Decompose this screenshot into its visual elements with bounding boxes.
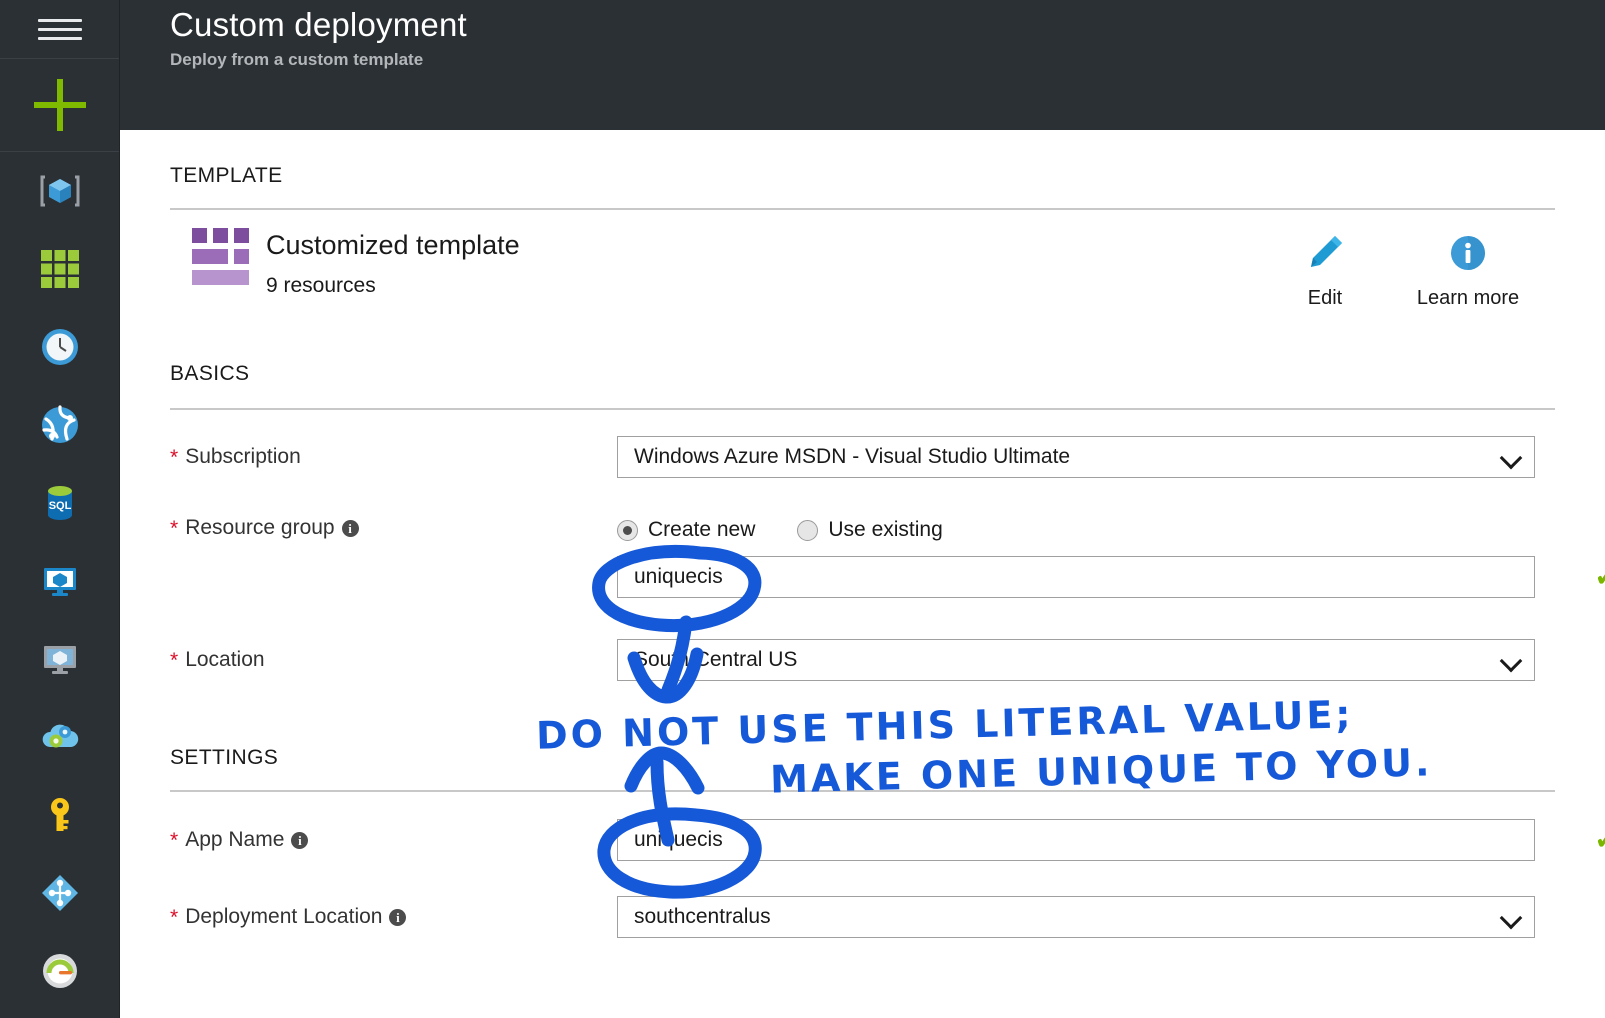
section-divider-basics: [170, 408, 1555, 410]
page-title: Custom deployment: [170, 6, 467, 43]
edit-button[interactable]: Edit: [1265, 230, 1385, 310]
app-name-input[interactable]: uniquecis ✓: [617, 819, 1605, 861]
valid-checkmark-icon: ✓: [1594, 562, 1605, 592]
virtual-machines-classic-icon: [44, 646, 76, 674]
sql-databases-icon: SQL: [48, 486, 72, 520]
resource-group-label: * Resource group i: [170, 516, 359, 540]
svg-text:SQL: SQL: [49, 500, 72, 512]
dashboard-icon: [41, 250, 79, 288]
sidebar-item-virtual-machines-classic[interactable]: [0, 620, 120, 698]
subscription-value: Windows Azure MSDN - Visual Studio Ultim…: [634, 445, 1071, 468]
valid-checkmark-icon: ✓: [1594, 825, 1605, 855]
deployment-location-dropdown[interactable]: southcentralus: [617, 896, 1535, 938]
sidebar-item-dashboard[interactable]: [0, 230, 120, 308]
cloud-services-icon: [42, 724, 79, 748]
section-heading-basics: BASICS: [170, 362, 250, 385]
deployment-location-label: * Deployment Location i: [170, 905, 407, 929]
sidebar-item-recent[interactable]: [0, 308, 120, 386]
sidebar-item-menu[interactable]: [0, 0, 120, 58]
template-resource-count: 9 resources: [266, 274, 376, 297]
info-icon[interactable]: i: [341, 519, 359, 537]
create-resource-icon: [34, 79, 86, 131]
blade-content: TEMPLATE Customized template 9 resources…: [120, 130, 1605, 1018]
template-title: Customized template: [266, 230, 520, 260]
azure-portal-screen: SQL Custom deployment Deploy from a cust…: [0, 0, 1605, 1018]
radio-create-new[interactable]: Create new: [617, 518, 755, 542]
sidebar-item-virtual-machines[interactable]: [0, 542, 120, 620]
required-asterisk: *: [170, 516, 179, 540]
menu-icon: [38, 13, 82, 46]
page-subtitle: Deploy from a custom template: [170, 50, 424, 69]
virtual-machines-icon: [44, 568, 76, 596]
location-label: * Location: [170, 648, 265, 672]
required-asterisk: *: [170, 445, 179, 469]
resource-group-name-input[interactable]: uniquecis ✓: [617, 556, 1605, 598]
section-heading-settings: SETTINGS: [170, 746, 279, 769]
chevron-down-icon: [1502, 651, 1520, 669]
subscription-dropdown[interactable]: Windows Azure MSDN - Visual Studio Ultim…: [617, 436, 1535, 478]
sidebar-item-sql-databases[interactable]: SQL: [0, 464, 120, 542]
sidebar-item-virtual-networks[interactable]: [0, 854, 120, 932]
sidebar-item-cloud-services[interactable]: [0, 698, 120, 776]
recent-icon: [42, 329, 78, 365]
radio-use-existing[interactable]: Use existing: [797, 518, 943, 542]
subscriptions-key-icon: [51, 798, 69, 831]
info-icon[interactable]: i: [291, 831, 309, 849]
location-label-text: Location: [185, 648, 265, 671]
section-divider-template: [170, 208, 1555, 210]
app-name-label-text: App Name: [185, 828, 285, 851]
learn-more-button[interactable]: Learn more: [1408, 230, 1528, 310]
deployment-location-value: southcentralus: [634, 905, 771, 928]
required-asterisk: *: [170, 905, 179, 929]
sidebar-item-monitor[interactable]: [0, 932, 120, 1010]
chevron-down-icon: [1502, 448, 1520, 466]
resource-group-value: uniquecis: [634, 565, 723, 588]
subscription-label-text: Subscription: [185, 445, 301, 468]
subscription-label: * Subscription: [170, 445, 301, 469]
section-heading-template: TEMPLATE: [170, 164, 283, 187]
radio-use-existing-label: Use existing: [828, 518, 943, 541]
app-services-icon: [42, 405, 78, 443]
edit-label: Edit: [1307, 287, 1343, 309]
deployment-location-label-text: Deployment Location: [185, 905, 383, 928]
pencil-icon: [1311, 236, 1342, 267]
all-resources-icon: [40, 175, 80, 207]
sidebar-item-subscriptions[interactable]: [0, 776, 120, 854]
location-value: South Central US: [634, 648, 798, 671]
radio-dot-create-new: [617, 519, 638, 541]
chevron-down-icon: [1502, 908, 1520, 926]
info-icon[interactable]: i: [389, 908, 407, 926]
app-name-value: uniquecis: [634, 828, 723, 851]
resource-group-mode-radios: Create new Use existing: [617, 518, 943, 542]
blade-header: Custom deployment Deploy from a custom t…: [120, 0, 1605, 130]
virtual-networks-icon: [42, 875, 78, 911]
radio-create-new-label: Create new: [648, 518, 756, 541]
radio-dot-use-existing: [797, 519, 819, 541]
sidebar-item-create-resource[interactable]: [0, 59, 120, 151]
location-dropdown[interactable]: South Central US: [617, 639, 1535, 681]
left-navigation-rail: SQL: [0, 0, 120, 1018]
resource-group-label-text: Resource group: [185, 516, 335, 539]
required-asterisk: *: [170, 828, 179, 852]
monitor-icon: [43, 954, 77, 988]
required-asterisk: *: [170, 648, 179, 672]
info-circle-icon: [1451, 236, 1485, 270]
app-name-label: * App Name i: [170, 828, 309, 852]
sidebar-item-all-resources[interactable]: [0, 152, 120, 230]
customized-template-icon: [192, 228, 250, 291]
sidebar-item-app-services[interactable]: [0, 386, 120, 464]
learn-more-label: Learn more: [1416, 287, 1520, 309]
